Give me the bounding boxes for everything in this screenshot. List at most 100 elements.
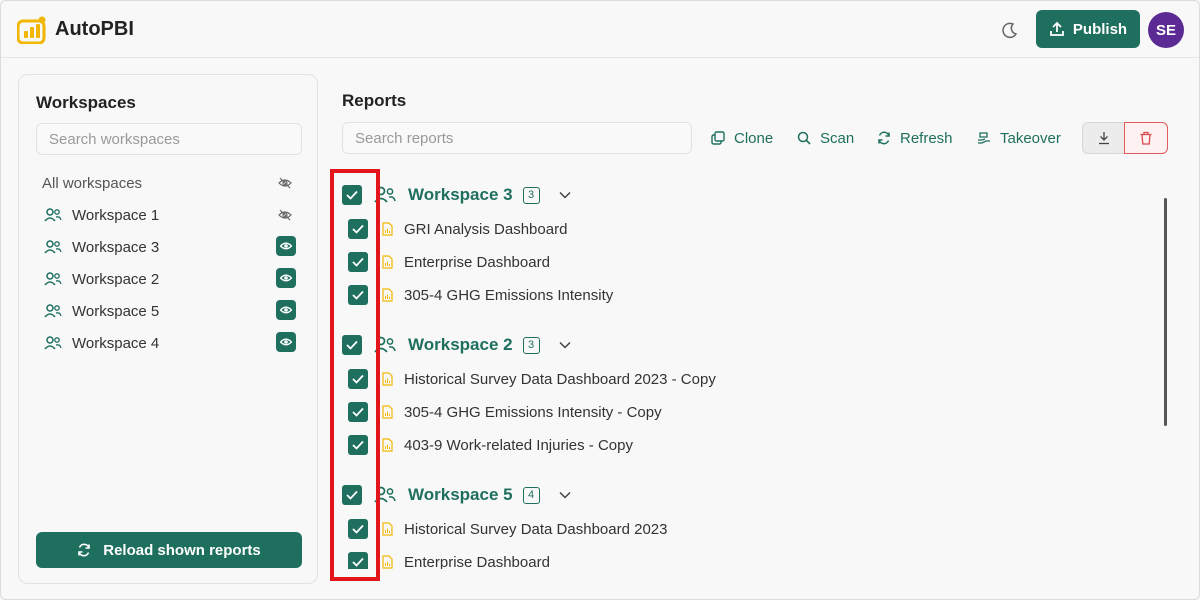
users-icon xyxy=(44,336,62,350)
report-row[interactable]: Historical Survey Data Dashboard 2023 xyxy=(331,517,667,541)
report-file-icon xyxy=(382,438,393,452)
top-bar: AutoPBI Publish SE xyxy=(1,1,1199,58)
reports-title: Reports xyxy=(342,91,407,110)
download-button[interactable] xyxy=(1082,122,1124,154)
user-avatar[interactable]: SE xyxy=(1148,12,1184,48)
report-name: Enterprise Dashboard xyxy=(404,253,550,271)
visibility-toggle[interactable] xyxy=(276,236,296,256)
workspace-group-name[interactable]: Workspace 3 xyxy=(408,185,513,205)
workspace-group-name[interactable]: Workspace 5 xyxy=(408,485,513,505)
check-icon xyxy=(352,440,364,450)
sidebar-item-label: All workspaces xyxy=(42,174,143,192)
takeover-label: Takeover xyxy=(1000,129,1061,147)
chevron-down-icon[interactable] xyxy=(558,340,572,350)
workspace-group-name[interactable]: Workspace 2 xyxy=(408,335,513,355)
report-name: 403-9 Work-related Injuries - Copy xyxy=(404,436,633,454)
report-name: Historical Survey Data Dashboard 2023 - … xyxy=(404,370,716,388)
clone-button[interactable]: Clone xyxy=(711,126,773,150)
report-row[interactable]: Historical Survey Data Dashboard 2023 - … xyxy=(331,367,716,391)
refresh-button[interactable]: Refresh xyxy=(877,126,953,150)
scan-label: Scan xyxy=(820,129,855,147)
check-icon xyxy=(352,224,364,234)
eye-off-icon[interactable] xyxy=(278,209,292,221)
users-icon xyxy=(374,186,396,203)
sidebar-item-label: Workspace 3 xyxy=(72,238,160,256)
report-checkbox[interactable] xyxy=(348,369,368,389)
eye-off-icon[interactable] xyxy=(278,177,292,189)
chevron-down-icon[interactable] xyxy=(558,490,572,500)
report-file-icon xyxy=(382,255,393,269)
visibility-toggle[interactable] xyxy=(276,332,296,352)
sidebar-item-workspace-1[interactable]: Workspace 1 xyxy=(36,199,302,231)
group-checkbox[interactable] xyxy=(342,485,362,505)
report-name: GRI Analysis Dashboard xyxy=(404,220,568,238)
report-count-badge: 3 xyxy=(522,186,540,204)
report-checkbox[interactable] xyxy=(348,402,368,422)
report-file-icon xyxy=(382,222,393,236)
group-checkbox[interactable] xyxy=(342,335,362,355)
publish-button[interactable]: Publish xyxy=(1036,10,1140,48)
workspaces-sidebar: Workspaces All workspaces Workspace 1 xyxy=(18,74,318,584)
autopbi-logo-icon xyxy=(17,16,46,44)
report-name: Historical Survey Data Dashboard 2023 xyxy=(404,520,668,538)
report-file-icon xyxy=(382,555,393,569)
delete-button[interactable] xyxy=(1124,122,1168,154)
check-icon xyxy=(352,557,364,567)
sidebar-item-workspace-4[interactable]: Workspace 4 xyxy=(36,327,302,359)
chevron-down-icon[interactable] xyxy=(558,190,572,200)
sidebar-title: Workspaces xyxy=(36,93,136,112)
report-name: Enterprise Dashboard xyxy=(404,553,550,570)
report-checkbox[interactable] xyxy=(348,552,368,569)
report-checkbox[interactable] xyxy=(348,219,368,239)
sidebar-item-workspace-3[interactable]: Workspace 3 xyxy=(36,231,302,263)
workspace-search-input[interactable] xyxy=(36,123,302,155)
group-checkbox[interactable] xyxy=(342,185,362,205)
report-file-icon xyxy=(382,288,393,302)
check-icon xyxy=(346,190,358,200)
check-icon xyxy=(352,407,364,417)
report-checkbox[interactable] xyxy=(348,252,368,272)
check-icon xyxy=(352,290,364,300)
check-icon xyxy=(346,490,358,500)
sidebar-item-all-workspaces[interactable]: All workspaces xyxy=(36,167,302,199)
scan-button[interactable]: Scan xyxy=(797,126,854,150)
reload-label: Reload shown reports xyxy=(103,541,261,559)
sidebar-item-label: Workspace 2 xyxy=(72,270,160,288)
users-icon xyxy=(44,240,62,254)
report-row[interactable]: Enterprise Dashboard xyxy=(331,550,550,569)
eye-icon xyxy=(280,338,292,346)
report-row[interactable]: 403-9 Work-related Injuries - Copy xyxy=(331,433,633,457)
eye-icon xyxy=(280,306,292,314)
report-checkbox[interactable] xyxy=(348,519,368,539)
upload-icon xyxy=(1050,21,1064,36)
clone-label: Clone xyxy=(734,129,774,147)
takeover-button[interactable]: Takeover xyxy=(977,126,1061,150)
report-checkbox[interactable] xyxy=(348,285,368,305)
report-file-icon xyxy=(382,522,393,536)
reload-shown-reports-button[interactable]: Reload shown reports xyxy=(36,532,302,568)
check-icon xyxy=(352,374,364,384)
dark-mode-moon-icon[interactable] xyxy=(1001,21,1019,39)
reports-list: Workspace 3 3 GRI Analysis Dashboard Ent… xyxy=(331,173,1171,569)
report-row[interactable]: 305-4 GHG Emissions Intensity xyxy=(331,283,613,307)
users-icon xyxy=(44,208,62,222)
report-row[interactable]: Enterprise Dashboard xyxy=(331,250,550,274)
publish-label: Publish xyxy=(1072,20,1128,38)
report-checkbox[interactable] xyxy=(348,435,368,455)
eye-icon xyxy=(280,242,292,250)
refresh-label: Refresh xyxy=(900,129,953,147)
report-row[interactable]: 305-4 GHG Emissions Intensity - Copy xyxy=(331,400,662,424)
download-delete-group xyxy=(1082,122,1168,154)
visibility-toggle[interactable] xyxy=(276,300,296,320)
workspace-list: All workspaces Workspace 1 Workspace 3 W… xyxy=(36,167,302,359)
report-row[interactable]: GRI Analysis Dashboard xyxy=(331,217,567,241)
scrollbar[interactable] xyxy=(1164,198,1167,426)
report-search-input[interactable] xyxy=(342,122,692,154)
users-icon xyxy=(374,336,396,353)
report-file-icon xyxy=(382,405,393,419)
sidebar-item-workspace-2[interactable]: Workspace 2 xyxy=(36,263,302,295)
sidebar-item-workspace-5[interactable]: Workspace 5 xyxy=(36,295,302,327)
visibility-toggle[interactable] xyxy=(276,268,296,288)
report-count-badge: 4 xyxy=(522,486,540,504)
sidebar-item-label: Workspace 4 xyxy=(72,334,160,352)
